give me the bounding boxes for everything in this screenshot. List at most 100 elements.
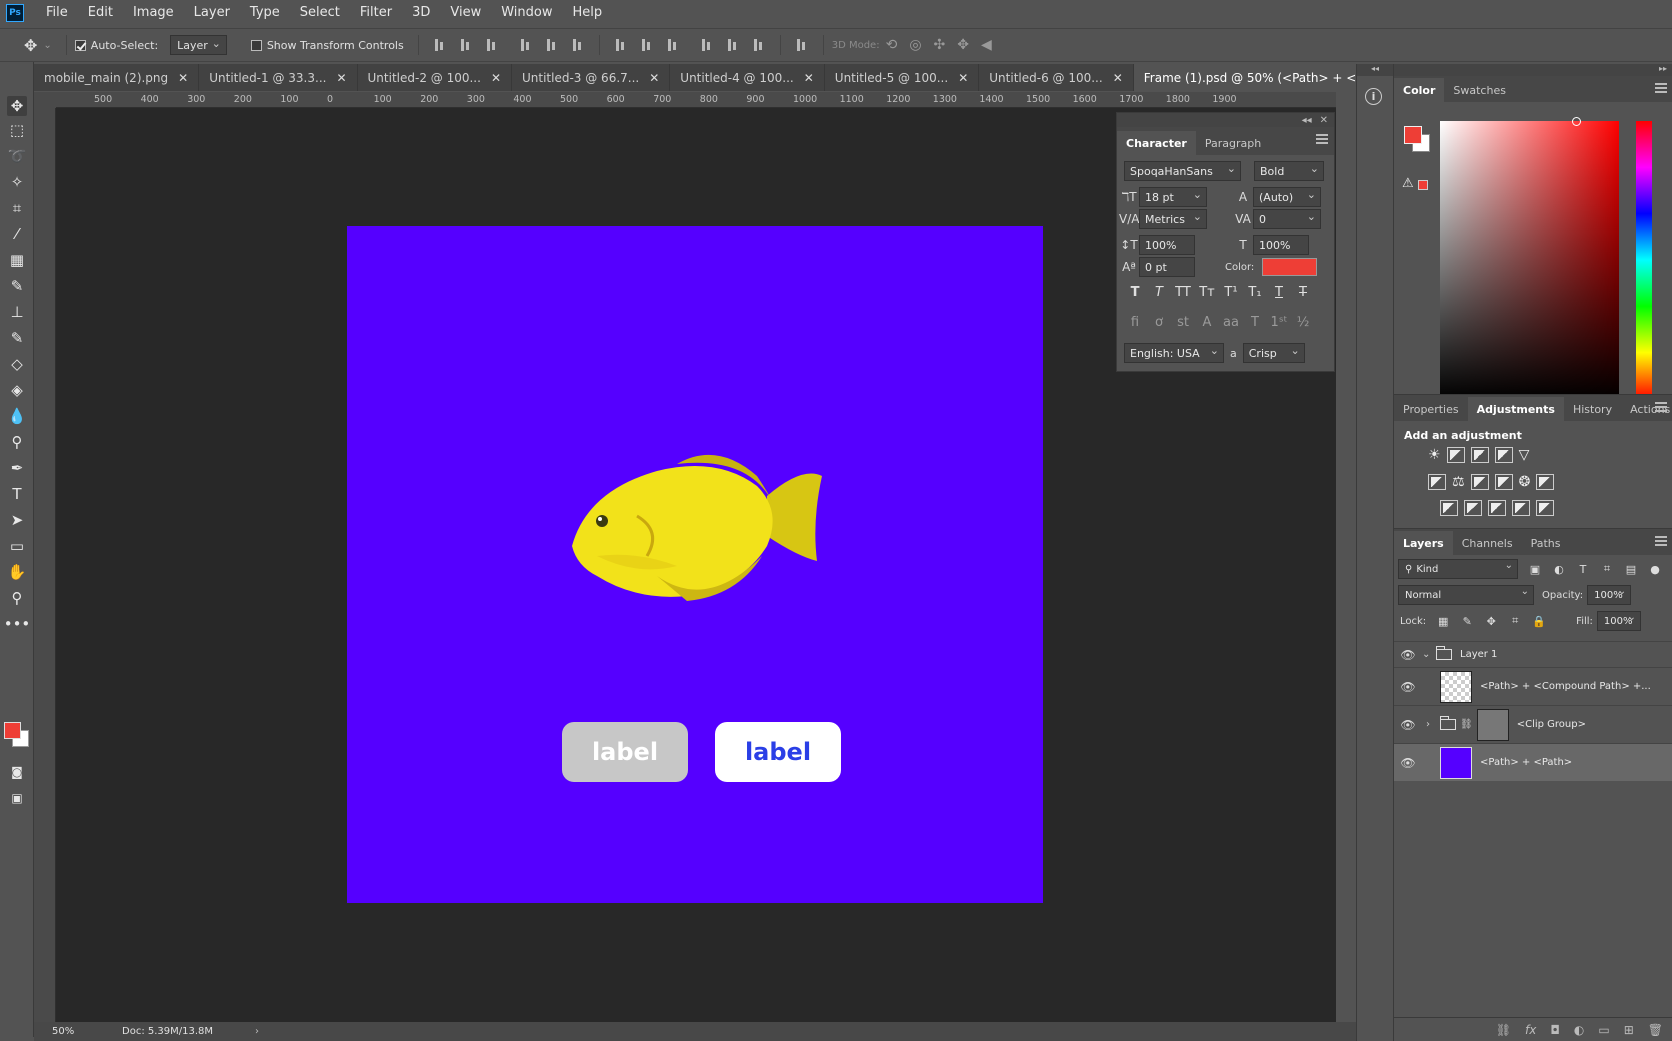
add-mask-icon[interactable]: ◘ (1550, 1023, 1560, 1037)
menu-edit[interactable]: Edit (78, 0, 123, 26)
menu-filter[interactable]: Filter (350, 0, 402, 26)
doc-tab[interactable]: Untitled-5 @ 100... ✕ (824, 64, 980, 91)
status-menu-arrow-icon[interactable]: › (255, 1026, 259, 1037)
tab-history[interactable]: History (1564, 397, 1621, 421)
color-picker-marker[interactable] (1572, 117, 1581, 126)
brush-tool-icon[interactable]: ✎ (7, 276, 27, 296)
panel-menu-icon[interactable] (1655, 402, 1667, 412)
doc-tab[interactable]: Untitled-1 @ 33.3... ✕ (199, 64, 358, 91)
blur-tool-icon[interactable]: 💧 (7, 406, 27, 426)
tab-paragraph[interactable]: Paragraph (1196, 131, 1270, 155)
fill-field[interactable]: 100% (1596, 611, 1641, 631)
photo-filter-icon[interactable] (1494, 474, 1513, 490)
doc-tab[interactable]: Untitled-4 @ 100... ✕ (670, 64, 825, 91)
visibility-eye-icon[interactable]: 👁 (1394, 756, 1422, 770)
hue-slider[interactable] (1636, 121, 1652, 399)
type-tool-icon[interactable]: T (7, 484, 27, 504)
collapse-bar[interactable]: ◂◂ (1357, 64, 1393, 76)
language-dropdown[interactable]: English: USA (1124, 343, 1224, 363)
tab-adjustments[interactable]: Adjustments (1467, 397, 1564, 421)
lock-artboard-icon[interactable]: ⌗ (1508, 614, 1522, 628)
tab-character[interactable]: Character (1117, 131, 1196, 155)
kerning-field[interactable]: Metrics (1139, 209, 1207, 229)
collapse-icon[interactable]: ◂◂ (1302, 115, 1312, 126)
all-caps-icon[interactable]: TT (1173, 285, 1193, 300)
text-color-swatch[interactable] (1262, 258, 1318, 276)
tab-swatches[interactable]: Swatches (1444, 78, 1515, 102)
layer-row[interactable]: 👁 › ⛓ <Clip Group> (1394, 705, 1672, 743)
tab-layers[interactable]: Layers (1394, 531, 1453, 555)
menu-3d[interactable]: 3D (402, 0, 440, 26)
vertical-ruler[interactable] (34, 108, 56, 1022)
fx-icon[interactable]: fx (1525, 1023, 1536, 1037)
link-icon[interactable]: ⛓ (1460, 719, 1473, 730)
leading-field[interactable]: (Auto) (1253, 187, 1321, 207)
titling-alternates-icon[interactable]: T (1245, 315, 1265, 330)
align-vcenter-icon[interactable] (459, 38, 473, 52)
path-selection-tool-icon[interactable]: ➤ (7, 510, 27, 530)
eraser-tool-icon[interactable]: ◇ (7, 354, 27, 374)
healing-brush-tool-icon[interactable]: ▦ (7, 250, 27, 270)
invert-icon[interactable] (1440, 500, 1458, 516)
menu-help[interactable]: Help (563, 0, 613, 26)
move-tool-icon[interactable]: ✥ (7, 96, 27, 116)
quick-mask-icon[interactable]: ◙ (7, 762, 27, 782)
close-icon[interactable]: ✕ (491, 71, 501, 85)
eyedropper-tool-icon[interactable]: ⁄ (7, 224, 27, 244)
fractions-icon[interactable]: ½ (1293, 315, 1313, 330)
delete-layer-icon[interactable]: 🗑 (1648, 1023, 1663, 1037)
align-left-icon[interactable] (519, 38, 533, 52)
label-button-disabled[interactable]: label (562, 722, 688, 782)
hand-tool-icon[interactable]: ✋ (7, 562, 27, 582)
close-icon[interactable]: ✕ (178, 71, 188, 85)
auto-align-icon[interactable] (795, 38, 809, 52)
tracking-field[interactable]: 0 (1253, 209, 1321, 229)
history-brush-tool-icon[interactable]: ✎ (7, 328, 27, 348)
marquee-tool-icon[interactable]: ⬚ (7, 120, 27, 140)
dodge-tool-icon[interactable]: ⚲ (7, 432, 27, 452)
stylistic-alternates-icon[interactable]: aa (1221, 315, 1241, 330)
auto-select-target-dropdown[interactable]: Layer (170, 35, 227, 55)
doc-tab[interactable]: Untitled-3 @ 66.7... ✕ (512, 64, 671, 91)
dock-collapse-bar[interactable]: ▸▸ (1394, 64, 1672, 76)
filter-toggle-icon[interactable]: ● (1648, 563, 1662, 576)
strikethrough-icon[interactable]: T (1293, 285, 1313, 300)
color-balance-icon[interactable]: ⚖ (1452, 474, 1465, 490)
align-bottom-icon[interactable] (485, 38, 499, 52)
menu-type[interactable]: Type (240, 0, 290, 26)
panel-menu-icon[interactable] (1316, 134, 1328, 144)
doc-tab[interactable]: mobile_main (2).png ✕ (34, 64, 200, 91)
paint-bucket-tool-icon[interactable]: ◈ (7, 380, 27, 400)
distribute-vcenter-icon[interactable] (640, 38, 654, 52)
close-icon[interactable]: ✕ (649, 71, 659, 85)
zoom-level[interactable]: 50% (34, 1026, 84, 1037)
layer-row[interactable]: 👁 ⌄ Layer 1 (1394, 641, 1672, 667)
3d-scale-icon[interactable]: ◀ (981, 37, 992, 53)
foreground-color-swatch[interactable] (1404, 126, 1422, 144)
filter-pixel-icon[interactable]: ▣ (1528, 563, 1542, 576)
menu-image[interactable]: Image (123, 0, 184, 26)
label-button[interactable]: label (715, 722, 841, 782)
black-white-icon[interactable] (1470, 474, 1489, 490)
align-hcenter-icon[interactable] (545, 38, 559, 52)
3d-orbit-icon[interactable]: ⟲ (886, 37, 898, 53)
group-expand-chevron-icon[interactable]: › (1426, 719, 1440, 730)
auto-select-checkbox[interactable] (74, 39, 86, 51)
filter-type-icon[interactable]: T (1576, 563, 1590, 576)
align-top-icon[interactable] (433, 38, 447, 52)
font-family-dropdown[interactable]: SpoqaHanSans (1124, 161, 1241, 181)
artboard[interactable]: label label (347, 226, 1043, 903)
channel-mixer-icon[interactable]: ❂ (1519, 474, 1531, 490)
3d-slide-icon[interactable]: ✥ (957, 37, 969, 53)
hue-saturation-icon[interactable] (1428, 474, 1446, 490)
antialias-dropdown[interactable]: Crisp (1242, 343, 1305, 363)
opacity-field[interactable]: 100% (1587, 585, 1632, 605)
pen-tool-icon[interactable]: ✒ (7, 458, 27, 478)
new-layer-icon[interactable]: ⊞ (1624, 1023, 1634, 1037)
lock-transparent-icon[interactable]: ▦ (1436, 615, 1450, 628)
color-lookup-icon[interactable] (1536, 474, 1555, 490)
tab-paths[interactable]: Paths (1522, 531, 1570, 555)
font-style-dropdown[interactable]: Bold (1254, 161, 1324, 181)
levels-icon[interactable] (1446, 447, 1465, 463)
close-icon[interactable]: ✕ (804, 71, 814, 85)
